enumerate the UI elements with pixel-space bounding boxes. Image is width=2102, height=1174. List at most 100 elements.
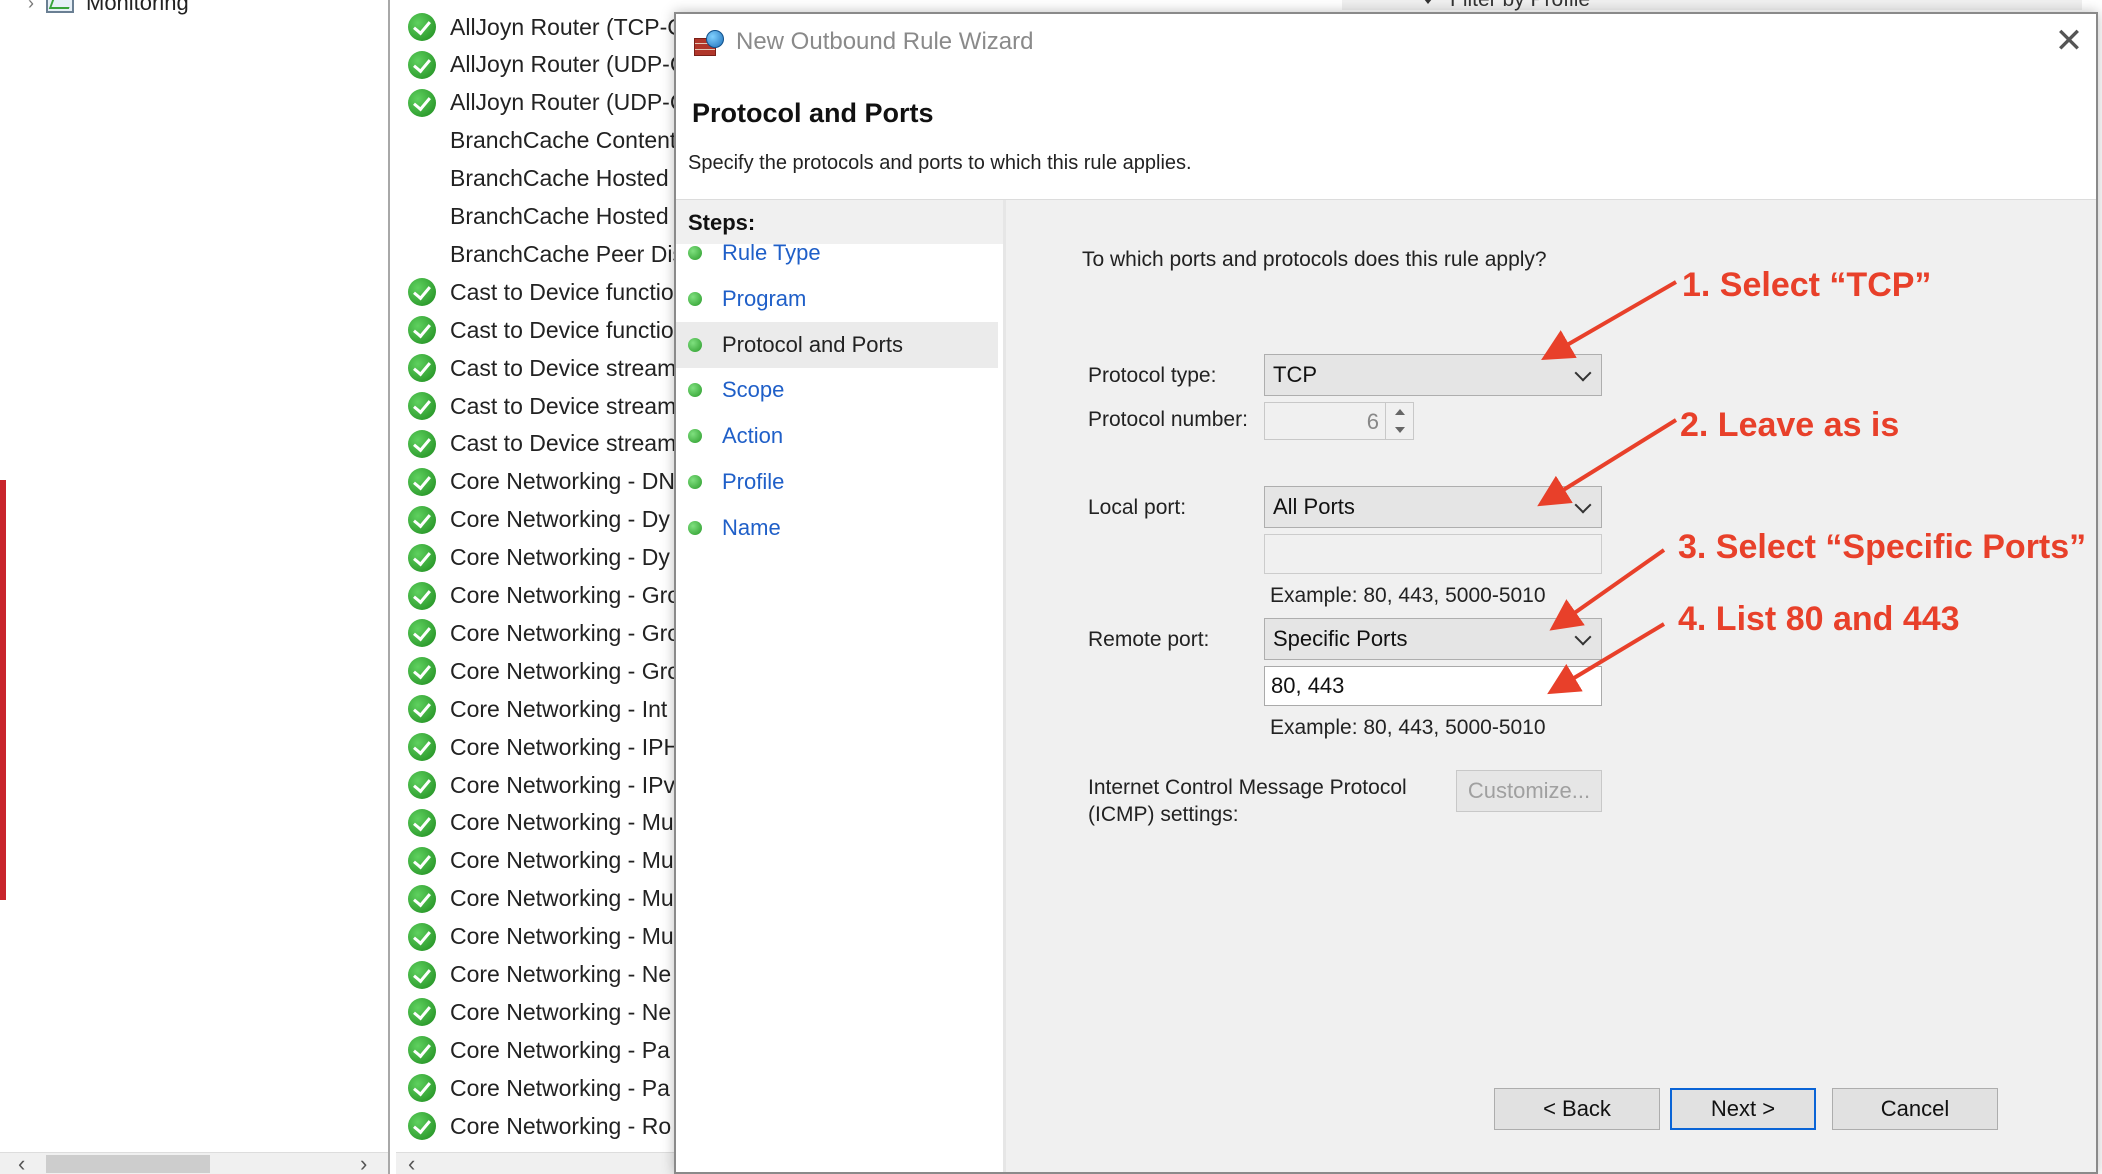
rule-row[interactable]: BranchCache Hosted ( bbox=[408, 198, 676, 236]
rule-row[interactable]: Core Networking - Mu bbox=[408, 880, 674, 918]
rule-row[interactable]: Core Networking - Gro bbox=[408, 614, 676, 652]
rule-row[interactable]: BranchCache Content bbox=[408, 122, 676, 160]
rule-row[interactable]: Core Networking - Mu bbox=[408, 804, 674, 842]
filter-by-profile-label[interactable]: Filter by Profile bbox=[1450, 0, 1590, 12]
protocol-type-select[interactable]: TCP bbox=[1264, 354, 1602, 396]
customize-button[interactable]: Customize... bbox=[1456, 770, 1602, 812]
pane-divider[interactable] bbox=[388, 0, 390, 1174]
step-item-scope[interactable]: Scope bbox=[676, 367, 998, 413]
stepper-buttons[interactable] bbox=[1385, 403, 1413, 439]
next-button[interactable]: Next > bbox=[1670, 1088, 1816, 1130]
rule-row[interactable]: Core Networking - Ne bbox=[408, 956, 671, 994]
enabled-check-icon bbox=[408, 960, 436, 989]
rule-row[interactable]: AllJoyn Router (UDP-C bbox=[408, 46, 676, 84]
enabled-check-icon bbox=[408, 505, 436, 534]
page-title: Protocol and Ports bbox=[692, 98, 934, 128]
enabled-check-icon bbox=[408, 695, 436, 724]
enabled-check-icon bbox=[408, 581, 436, 610]
rule-blank-icon bbox=[408, 203, 436, 231]
rule-row[interactable]: Core Networking - Dy bbox=[408, 539, 670, 577]
new-outbound-rule-wizard-dialog: New Outbound Rule Wizard ✕ Protocol and … bbox=[674, 12, 2098, 1174]
rule-row[interactable]: Core Networking - Ne bbox=[408, 993, 671, 1031]
console-tree-pane: › Monitoring ‹ › bbox=[0, 0, 388, 1174]
step-label: Scope bbox=[722, 377, 785, 403]
rule-row[interactable]: AllJoyn Router (UDP-C bbox=[408, 84, 676, 122]
rule-row[interactable]: Core Networking - Pa bbox=[408, 1031, 670, 1069]
rule-label: Cast to Device streami bbox=[450, 392, 676, 419]
rule-label: Core Networking - Mu bbox=[450, 847, 674, 874]
rule-label: Core Networking - Ne bbox=[450, 961, 672, 987]
local-port-label: Local port: bbox=[1088, 496, 1187, 519]
rule-row[interactable]: BranchCache Peer Dis bbox=[408, 235, 676, 273]
rule-row[interactable]: Cast to Device streami bbox=[408, 425, 676, 463]
rule-row[interactable]: Cast to Device streami bbox=[408, 387, 676, 425]
rule-label: Core Networking - Ne bbox=[450, 998, 672, 1025]
rule-row[interactable]: Core Networking - Gro bbox=[408, 652, 676, 690]
rule-label: BranchCache Peer Dis bbox=[450, 240, 676, 267]
arrow-up-icon[interactable] bbox=[1395, 409, 1405, 415]
rule-row[interactable]: Core Networking - Int bbox=[408, 690, 667, 728]
cancel-button[interactable]: Cancel bbox=[1832, 1088, 1998, 1130]
rule-row[interactable]: Core Networking - Mu bbox=[408, 918, 674, 956]
rule-row[interactable]: Core Networking - DN bbox=[408, 463, 675, 501]
dialog-title: New Outbound Rule Wizard bbox=[736, 28, 1034, 55]
step-item-profile[interactable]: Profile bbox=[676, 459, 998, 505]
local-port-select[interactable]: All Ports bbox=[1264, 486, 1602, 528]
tree-item-monitoring[interactable]: › Monitoring bbox=[28, 0, 189, 16]
rule-blank-icon bbox=[408, 240, 436, 268]
enabled-check-icon bbox=[408, 1036, 436, 1065]
rule-row[interactable]: Core Networking - Ro bbox=[408, 1107, 671, 1145]
chevron-right-icon[interactable]: › bbox=[28, 0, 34, 14]
steps-pane: Steps: Rule Type Program Protocol and Port… bbox=[676, 200, 1006, 1172]
arrow-down-icon[interactable] bbox=[1395, 427, 1405, 433]
dialog-title-bar[interactable]: New Outbound Rule Wizard ✕ bbox=[676, 14, 2096, 70]
step-bullet-icon bbox=[688, 337, 702, 352]
rule-row[interactable]: Cast to Device streami bbox=[408, 349, 676, 387]
enabled-check-icon bbox=[408, 392, 436, 420]
remote-port-input[interactable] bbox=[1264, 666, 1602, 706]
step-label: Profile bbox=[722, 469, 785, 494]
rule-row[interactable]: AllJoyn Router (TCP-C bbox=[408, 8, 676, 46]
rule-row[interactable]: BranchCache Hosted ( bbox=[408, 160, 676, 198]
rule-label: Core Networking - Gro bbox=[450, 619, 676, 646]
rule-row[interactable]: Core Networking - Pa bbox=[408, 1069, 670, 1107]
rule-row[interactable]: Core Networking - Mu bbox=[408, 842, 674, 880]
rule-label: Core Networking - Dy bbox=[450, 544, 670, 571]
scroll-left-icon[interactable]: ‹ bbox=[408, 1153, 415, 1174]
enabled-check-icon bbox=[408, 354, 436, 383]
enabled-check-icon bbox=[408, 467, 436, 496]
rule-row[interactable]: Core Networking - Dy bbox=[408, 501, 670, 539]
close-button[interactable]: ✕ bbox=[2048, 20, 2090, 62]
step-item-rule-type[interactable]: Rule Type bbox=[676, 230, 998, 276]
rule-row[interactable]: Core Networking - IPv bbox=[408, 766, 675, 804]
window-edge-strip bbox=[0, 480, 6, 900]
step-bullet-icon bbox=[688, 383, 702, 398]
enabled-check-icon bbox=[408, 88, 436, 117]
tree-horizontal-scrollbar[interactable]: ‹ › bbox=[0, 1152, 388, 1174]
step-label: Rule Type bbox=[722, 240, 821, 265]
scroll-left-icon[interactable]: ‹ bbox=[18, 1153, 25, 1174]
rule-row[interactable]: Core Networking - Gro bbox=[408, 577, 676, 615]
enabled-check-icon bbox=[408, 657, 436, 686]
step-item-action[interactable]: Action bbox=[676, 413, 998, 459]
step-item-protocol-and-ports: Protocol and Ports bbox=[676, 321, 998, 368]
step-item-program[interactable]: Program bbox=[676, 276, 998, 322]
protocol-number-stepper[interactable]: 6 bbox=[1264, 402, 1414, 440]
wizard-header: Protocol and Ports Specify the protocols… bbox=[676, 70, 2096, 200]
back-button[interactable]: < Back bbox=[1494, 1088, 1660, 1130]
chevron-down-icon bbox=[1574, 364, 1592, 382]
rule-row[interactable]: Cast to Device functio bbox=[408, 273, 674, 311]
rule-row[interactable]: Cast to Device functio bbox=[408, 311, 674, 349]
step-label: Name bbox=[722, 514, 781, 540]
enabled-check-icon bbox=[408, 1112, 436, 1141]
remote-port-select[interactable]: Specific Ports bbox=[1264, 618, 1602, 660]
rule-label: Core Networking - Int bbox=[450, 695, 668, 722]
rules-horizontal-scrollbar[interactable]: ‹ bbox=[396, 1152, 676, 1174]
rule-row[interactable]: Core Networking - IPH bbox=[408, 728, 676, 766]
step-item-name[interactable]: Name bbox=[676, 505, 998, 551]
scroll-right-icon[interactable]: › bbox=[360, 1153, 367, 1174]
scrollbar-thumb[interactable] bbox=[46, 1155, 210, 1173]
rule-label: BranchCache Hosted ( bbox=[450, 165, 676, 192]
step-bullet-icon bbox=[688, 520, 702, 535]
chevron-down-icon bbox=[1574, 496, 1592, 514]
